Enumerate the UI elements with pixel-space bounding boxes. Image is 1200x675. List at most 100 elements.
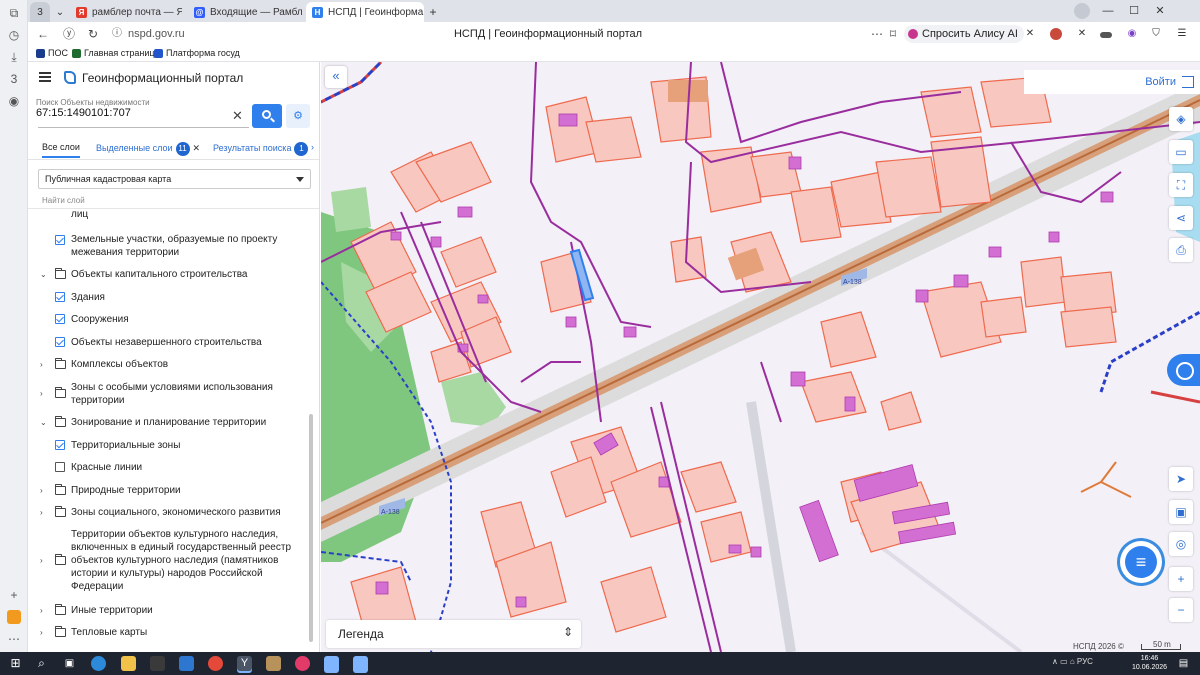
clock[interactable]: 16:46 10.06.2026: [1132, 654, 1167, 672]
zoom-out-button[interactable]: −: [1169, 598, 1193, 622]
bookmark-main-page[interactable]: Главная страниц: [72, 48, 155, 58]
chevron-right-icon[interactable]: ›: [40, 484, 43, 497]
tab-rambler-search[interactable]: Я рамблер почта — Яндекс: [70, 2, 182, 22]
extension-k-icon[interactable]: ✕: [1024, 28, 1036, 40]
extension-x-icon[interactable]: ✕: [1076, 28, 1088, 40]
legend-panel[interactable]: Легенда ⇕: [326, 620, 581, 648]
cadastral-map[interactable]: А-138 А-138: [321, 62, 1200, 652]
chevron-right-icon[interactable]: ›: [40, 604, 43, 617]
extension-avatar-icon[interactable]: [1050, 28, 1062, 40]
tab-search-results[interactable]: Результаты поиска 1: [213, 142, 309, 156]
store-icon[interactable]: [150, 656, 165, 671]
tab-list-chevron-icon[interactable]: ⌄: [52, 2, 68, 22]
layer-group-label: Территории объектов культурного наследия…: [71, 529, 292, 592]
login-icon[interactable]: [1182, 76, 1194, 88]
ask-alice-button[interactable]: Спросить Алису AI: [904, 25, 1024, 43]
layer-search-input[interactable]: Найти слой: [42, 196, 85, 205]
app-icon[interactable]: [295, 656, 310, 671]
print-icon[interactable]: ⎙: [1169, 238, 1193, 262]
search-button[interactable]: [252, 104, 282, 128]
tabs-next-chevron-icon[interactable]: ›: [311, 142, 314, 152]
extension-record-icon[interactable]: ◉: [1126, 28, 1138, 40]
notifications-icon[interactable]: ▤: [1176, 656, 1191, 671]
tab-selected-layers[interactable]: Выделенные слои 11 ✕: [96, 142, 200, 156]
layer-checkbox[interactable]: [55, 440, 65, 450]
expand-icon[interactable]: ⇕: [563, 625, 573, 639]
tab-rambler-mail[interactable]: @ Входящие — Рамблер/по: [188, 2, 302, 22]
scale-bar: [1141, 644, 1181, 650]
minimize-button[interactable]: —: [1100, 3, 1116, 19]
layer-checkbox[interactable]: [55, 235, 65, 245]
windows-taskbar: ⊞ ⌕ ▣ Y ∧ ▭ ⌂ РУС 16:46 10.06.2026 ▤: [0, 652, 1200, 675]
basemap-select[interactable]: Публичная кадастровая карта: [38, 169, 311, 189]
layer-list-scrollbar[interactable]: [309, 414, 313, 642]
layer-checkbox[interactable]: [55, 314, 65, 324]
chevron-down-icon[interactable]: ⌄: [40, 268, 47, 281]
ruler-icon[interactable]: ▭: [1169, 140, 1193, 164]
bookmark-gos-platform[interactable]: Платформа госуд: [154, 48, 240, 58]
boundary-line: [1150, 390, 1200, 404]
extension-shield-icon[interactable]: ⛉: [1150, 28, 1162, 40]
window-icon[interactable]: [324, 656, 339, 671]
profile-avatar[interactable]: [1074, 3, 1090, 19]
system-tray[interactable]: ∧ ▭ ⌂ РУС: [1052, 657, 1093, 666]
maximize-button[interactable]: ☐: [1126, 3, 1142, 19]
media-icon[interactable]: ◉: [7, 94, 21, 108]
layer-checkbox[interactable]: [55, 292, 65, 302]
bookmark-icon[interactable]: ⌑: [886, 27, 900, 41]
more-icon[interactable]: ⋯: [7, 632, 21, 646]
task-view-icon[interactable]: ▣: [62, 656, 77, 671]
collapse-panel-button[interactable]: «: [325, 66, 347, 88]
geolocation-icon[interactable]: ◎: [1169, 532, 1193, 556]
history-icon[interactable]: ◷: [7, 28, 21, 42]
mail-app-icon[interactable]: [7, 610, 21, 624]
copyright-text[interactable]: НСПД 2026 ©: [1073, 642, 1124, 651]
chevron-right-icon[interactable]: ›: [40, 358, 43, 371]
collections-icon[interactable]: ⧉: [7, 6, 21, 20]
zoom-in-button[interactable]: +: [1169, 567, 1193, 591]
clear-search-icon[interactable]: ✕: [232, 108, 243, 124]
add-panel-icon[interactable]: +: [7, 588, 21, 602]
chevron-right-icon[interactable]: ›: [40, 626, 43, 639]
map-view[interactable]: А-138 А-138 « Войти ◈ ▭ ⛶ ⋖ ⎙ ➤ ▣ ◎ + − …: [321, 62, 1200, 652]
locate-icon[interactable]: ➤: [1169, 467, 1193, 491]
layer-checkbox[interactable]: [55, 337, 65, 347]
minimap-icon[interactable]: ▣: [1169, 500, 1193, 524]
app-icon[interactable]: [266, 656, 281, 671]
mail-icon[interactable]: [179, 656, 194, 671]
downloads-icon[interactable]: ⤓: [7, 50, 21, 64]
window-icon[interactable]: [353, 656, 368, 671]
file-explorer-icon[interactable]: [121, 656, 136, 671]
chevron-right-icon[interactable]: ›: [40, 387, 43, 400]
chevron-right-icon[interactable]: ›: [40, 506, 43, 519]
hamburger-menu-icon[interactable]: [39, 72, 51, 82]
edge-icon[interactable]: [91, 656, 106, 671]
filter-settings-button[interactable]: ⚙: [286, 104, 310, 128]
more-menu-icon[interactable]: ⋯: [870, 27, 884, 41]
assistant-tab-icon[interactable]: [1167, 354, 1200, 386]
start-icon[interactable]: ⊞: [8, 656, 23, 671]
login-button[interactable]: Войти: [1145, 76, 1176, 88]
chevron-down-icon[interactable]: ⌄: [40, 416, 47, 429]
chat-assistant-button[interactable]: [1117, 538, 1165, 586]
chevron-right-icon[interactable]: ›: [40, 554, 43, 567]
tab-group-counter[interactable]: 3: [30, 2, 50, 22]
tab-counter-icon[interactable]: 3: [7, 72, 21, 86]
cadastral-search-input[interactable]: [36, 107, 226, 119]
search-icon[interactable]: ⌕: [34, 656, 49, 671]
chrome-icon[interactable]: [208, 656, 223, 671]
layer-checkbox[interactable]: [55, 462, 65, 472]
close-tab-icon[interactable]: ✕: [193, 143, 201, 153]
select-area-icon[interactable]: ⛶: [1169, 173, 1193, 197]
new-tab-button[interactable]: +: [424, 2, 442, 22]
extension-hat-icon[interactable]: [1100, 32, 1112, 38]
close-window-button[interactable]: ✕: [1152, 3, 1168, 19]
layers-icon[interactable]: ◈: [1169, 107, 1193, 131]
bookmark-pos[interactable]: ПОС: [36, 48, 68, 58]
tab-all-layers[interactable]: Все слои: [42, 142, 80, 158]
share-icon[interactable]: ⋖: [1169, 206, 1193, 230]
tab-nspd[interactable]: Н НСПД | Геоинформацио ✕: [306, 2, 424, 22]
local-road: [746, 401, 796, 652]
yandex-browser-icon[interactable]: Y: [237, 656, 252, 671]
menu-icon[interactable]: ☰: [1176, 28, 1188, 40]
